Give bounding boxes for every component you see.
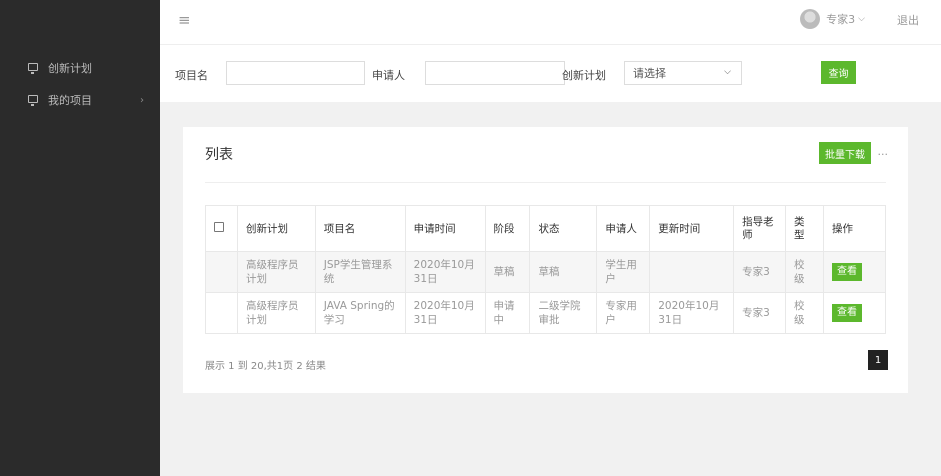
column-header[interactable]: 项目名 bbox=[314, 205, 406, 252]
sidebar-item-innovation-plan[interactable]: 创新计划 bbox=[0, 52, 160, 84]
sidebar-brand bbox=[0, 0, 160, 44]
table-row[interactable]: 高级程序员计划 JAVA Spring的学习 2020年10月31日 申请中 二… bbox=[205, 292, 887, 334]
view-button[interactable]: 查看 bbox=[831, 263, 862, 281]
cell-apply-time: 2020年10月31日 bbox=[404, 251, 486, 293]
column-header[interactable]: 申请人 bbox=[596, 205, 651, 252]
column-header[interactable]: 类型 bbox=[785, 205, 824, 252]
sidebar-item-label: 我的项目 bbox=[48, 94, 92, 107]
applicant-input[interactable] bbox=[425, 61, 565, 85]
cell-action: 查看 bbox=[822, 292, 887, 334]
cell-advisor: 专家3 bbox=[733, 292, 786, 334]
cell-plan: 高级程序员计划 bbox=[236, 292, 316, 334]
sidebar-item-label: 创新计划 bbox=[48, 62, 92, 75]
cell-update-time: 2020年10月31日 bbox=[649, 292, 735, 334]
divider bbox=[205, 182, 886, 183]
column-header[interactable]: 申请时间 bbox=[404, 205, 486, 252]
column-header[interactable]: 更新时间 bbox=[649, 205, 735, 252]
avatar bbox=[800, 9, 821, 29]
select-all-checkbox[interactable] bbox=[214, 222, 224, 232]
top-bar: ≡ 专家3 ⌵ 退出 bbox=[160, 0, 941, 44]
cell-applicant: 学生用户 bbox=[596, 251, 651, 293]
cell-project: JSP学生管理系统 bbox=[314, 251, 406, 293]
sidebar: 创新计划 我的项目 › bbox=[0, 0, 160, 476]
cell-plan: 高级程序员计划 bbox=[236, 251, 316, 293]
cell-type: 校级 bbox=[785, 292, 824, 334]
cell-advisor: 专家3 bbox=[733, 251, 786, 293]
chevron-down-icon: ⌵ bbox=[858, 14, 865, 24]
list-panel: 列表 批量下载 ... 创新计划 项目名 申请时间 阶段 状态 申请人 更新时间… bbox=[183, 127, 908, 393]
logout-link[interactable]: 退出 bbox=[897, 12, 919, 28]
cell-status: 草稿 bbox=[529, 251, 598, 293]
user-menu[interactable]: 专家3 ⌵ bbox=[800, 9, 865, 29]
query-button[interactable]: 查询 bbox=[821, 61, 856, 84]
table-row[interactable]: 高级程序员计划 JSP学生管理系统 2020年10月31日 草稿 草稿 学生用户… bbox=[205, 251, 887, 293]
batch-download-button[interactable]: 批量下载 bbox=[819, 142, 871, 164]
chevron-right-icon: › bbox=[140, 94, 144, 106]
menu-icon[interactable]: ≡ bbox=[178, 11, 191, 29]
project-name-label: 项目名 bbox=[175, 69, 208, 82]
cell-stage: 申请中 bbox=[484, 292, 531, 334]
row-select-cell bbox=[205, 251, 238, 293]
table-header-row: 创新计划 项目名 申请时间 阶段 状态 申请人 更新时间 指导老师 类型 操作 bbox=[205, 205, 887, 252]
column-header: 操作 bbox=[822, 205, 887, 252]
sidebar-item-my-projects[interactable]: 我的项目 › bbox=[0, 84, 160, 116]
plan-select[interactable]: 请选择 ⌵ bbox=[624, 61, 742, 85]
pagination-info: 展示 1 到 20,共1页 2 结果 bbox=[205, 361, 326, 372]
page-button-current[interactable]: 1 bbox=[868, 350, 888, 370]
projects-table: 创新计划 项目名 申请时间 阶段 状态 申请人 更新时间 指导老师 类型 操作 … bbox=[205, 205, 887, 334]
monitor-icon bbox=[28, 95, 38, 106]
column-header[interactable]: 指导老师 bbox=[733, 205, 786, 252]
more-icon[interactable]: ... bbox=[878, 145, 889, 158]
chevron-down-icon: ⌵ bbox=[724, 67, 731, 77]
cell-applicant: 专家用户 bbox=[596, 292, 651, 334]
plan-label: 创新计划 bbox=[562, 69, 606, 82]
cell-stage: 草稿 bbox=[484, 251, 531, 293]
column-header[interactable]: 阶段 bbox=[484, 205, 531, 252]
panel-title: 列表 bbox=[205, 147, 233, 163]
cell-project: JAVA Spring的学习 bbox=[314, 292, 406, 334]
project-name-input[interactable] bbox=[226, 61, 365, 85]
view-button[interactable]: 查看 bbox=[831, 304, 862, 322]
cell-status: 二级学院审批 bbox=[529, 292, 598, 334]
select-all-cell bbox=[205, 205, 238, 252]
user-name: 专家3 bbox=[826, 13, 856, 26]
plan-select-value: 请选择 bbox=[633, 67, 666, 80]
filter-bar: 项目名 申请人 创新计划 请选择 ⌵ 查询 bbox=[160, 44, 941, 102]
monitor-icon bbox=[28, 63, 38, 74]
row-select-cell bbox=[205, 292, 238, 334]
cell-action: 查看 bbox=[822, 251, 887, 293]
column-header[interactable]: 状态 bbox=[529, 205, 598, 252]
column-header[interactable]: 创新计划 bbox=[236, 205, 316, 252]
cell-update-time bbox=[649, 251, 735, 293]
cell-apply-time: 2020年10月31日 bbox=[404, 292, 486, 334]
cell-type: 校级 bbox=[785, 251, 824, 293]
applicant-label: 申请人 bbox=[372, 69, 405, 82]
